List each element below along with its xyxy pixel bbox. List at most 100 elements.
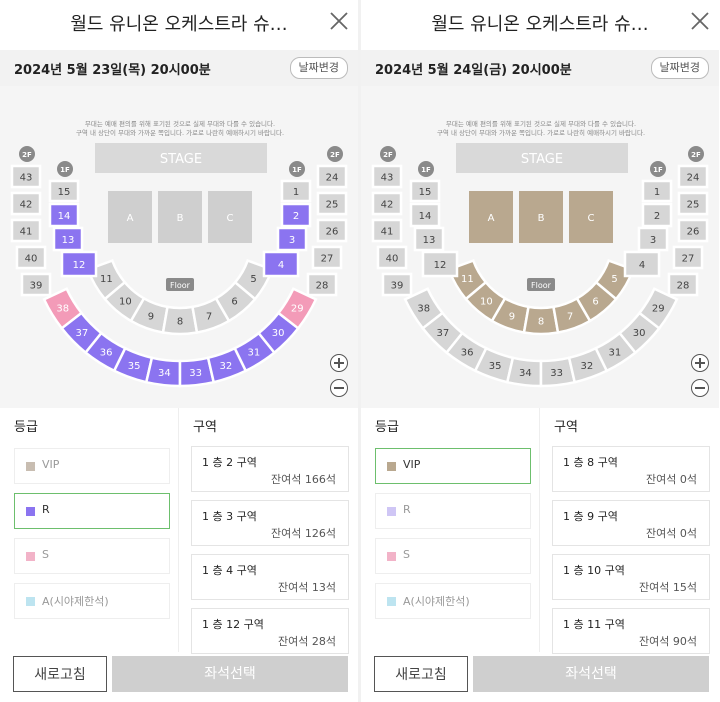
svg-text:B: B <box>177 213 184 224</box>
section-14[interactable]: 14 <box>48 202 80 228</box>
section-24[interactable]: 24 <box>316 164 348 189</box>
grade-option[interactable]: VIP <box>375 448 531 484</box>
svg-text:1F: 1F <box>60 166 70 174</box>
section-39[interactable]: 39 <box>20 272 52 297</box>
zone-option[interactable]: 1 층 11 구역 잔여석 90석 <box>552 608 710 654</box>
section-28[interactable]: 28 <box>306 272 338 297</box>
grade-option[interactable]: VIP <box>14 448 170 484</box>
floor-block-a[interactable]: A <box>108 191 152 243</box>
section-13[interactable]: 13 <box>413 226 445 252</box>
grade-option[interactable]: S <box>375 538 531 574</box>
floor-block-c[interactable]: C <box>208 191 252 243</box>
zone-option[interactable]: 1 층 8 구역 잔여석 0석 <box>552 446 710 492</box>
zone-option[interactable]: 1 층 4 구역 잔여석 13석 <box>191 554 349 600</box>
section-34[interactable]: 34 <box>144 356 182 388</box>
svg-text:8: 8 <box>177 317 183 328</box>
svg-text:31: 31 <box>248 348 261 359</box>
stage-label: STAGE <box>160 152 202 167</box>
section-25[interactable]: 25 <box>316 191 348 216</box>
section-26[interactable]: 26 <box>316 218 348 243</box>
close-icon[interactable] <box>689 10 711 32</box>
section-28[interactable]: 28 <box>667 272 699 297</box>
svg-text:28: 28 <box>677 281 690 292</box>
section-24[interactable]: 24 <box>677 164 709 189</box>
section-3[interactable]: 3 <box>637 226 669 252</box>
grade-label: R <box>42 503 50 516</box>
floor-block-c[interactable]: C <box>569 191 613 243</box>
section-8[interactable]: 8 <box>161 305 199 336</box>
section-34[interactable]: 34 <box>505 356 543 388</box>
zone-option[interactable]: 1 층 10 구역 잔여석 15석 <box>552 554 710 600</box>
grade-color-swatch <box>26 597 35 606</box>
svg-text:27: 27 <box>321 254 334 265</box>
section-2[interactable]: 2 <box>280 202 312 228</box>
section-27[interactable]: 27 <box>311 245 343 270</box>
floor-block-b[interactable]: B <box>519 191 563 243</box>
section-2[interactable]: 2 <box>641 202 673 228</box>
zone-option[interactable]: 1 층 12 구역 잔여석 28석 <box>191 608 349 654</box>
svg-text:35: 35 <box>489 361 502 372</box>
section-1[interactable]: 1 <box>641 179 673 203</box>
change-date-button[interactable]: 날짜변경 <box>289 57 348 79</box>
section-42[interactable]: 42 <box>371 191 403 216</box>
grade-option[interactable]: A(시야제한석) <box>14 583 170 619</box>
grade-option[interactable]: R <box>375 493 531 529</box>
refresh-button[interactable]: 새로고침 <box>13 656 107 692</box>
section-3[interactable]: 3 <box>276 226 308 252</box>
svg-text:30: 30 <box>272 328 285 339</box>
section-15[interactable]: 15 <box>48 179 80 203</box>
svg-text:C: C <box>588 213 595 224</box>
svg-text:29: 29 <box>291 303 304 314</box>
zone-option[interactable]: 1 층 9 구역 잔여석 0석 <box>552 500 710 546</box>
section-41[interactable]: 41 <box>10 218 42 243</box>
svg-text:32: 32 <box>220 361 233 372</box>
zoom-out-icon[interactable] <box>330 379 348 397</box>
zone-option[interactable]: 1 층 3 구역 잔여석 126석 <box>191 500 349 546</box>
floor-block-b[interactable]: B <box>158 191 202 243</box>
close-icon[interactable] <box>328 10 350 32</box>
section-43[interactable]: 43 <box>10 164 42 189</box>
zone-option[interactable]: 1 층 2 구역 잔여석 166석 <box>191 446 349 492</box>
grade-option[interactable]: R <box>14 493 170 529</box>
grade-label: VIP <box>403 458 421 471</box>
section-39[interactable]: 39 <box>381 272 413 297</box>
svg-text:13: 13 <box>423 235 436 246</box>
svg-text:41: 41 <box>20 227 33 238</box>
svg-text:34: 34 <box>519 368 532 379</box>
section-4[interactable]: 4 <box>623 250 661 278</box>
svg-text:4: 4 <box>278 260 284 271</box>
select-seat-button[interactable]: 좌석선택 <box>473 656 709 692</box>
select-seat-button[interactable]: 좌석선택 <box>112 656 348 692</box>
zone-name: 1 층 3 구역 <box>202 510 257 523</box>
zoom-in-icon[interactable] <box>691 354 709 372</box>
section-40[interactable]: 40 <box>376 245 408 270</box>
section-1[interactable]: 1 <box>280 179 312 203</box>
zoom-in-icon[interactable] <box>330 354 348 372</box>
svg-text:26: 26 <box>326 227 339 238</box>
grade-option[interactable]: A(시야제한석) <box>375 583 531 619</box>
change-date-button[interactable]: 날짜변경 <box>650 57 709 79</box>
section-42[interactable]: 42 <box>10 191 42 216</box>
svg-text:25: 25 <box>326 200 339 211</box>
zone-remaining-seats: 잔여석 15석 <box>639 581 697 594</box>
section-25[interactable]: 25 <box>677 191 709 216</box>
refresh-button[interactable]: 새로고침 <box>374 656 468 692</box>
grade-color-swatch <box>26 552 35 561</box>
section-13[interactable]: 13 <box>52 226 84 252</box>
section-4[interactable]: 4 <box>262 250 300 278</box>
zoom-out-icon[interactable] <box>691 379 709 397</box>
section-12[interactable]: 12 <box>421 250 459 278</box>
section-27[interactable]: 27 <box>672 245 704 270</box>
section-40[interactable]: 40 <box>15 245 47 270</box>
section-26[interactable]: 26 <box>677 218 709 243</box>
section-41[interactable]: 41 <box>371 218 403 243</box>
section-43[interactable]: 43 <box>371 164 403 189</box>
svg-text:33: 33 <box>189 368 202 379</box>
section-8[interactable]: 8 <box>522 305 560 336</box>
floor-block-a[interactable]: A <box>469 191 513 243</box>
section-15[interactable]: 15 <box>409 179 441 203</box>
zone-remaining-seats: 잔여석 0석 <box>646 473 697 486</box>
section-14[interactable]: 14 <box>409 202 441 228</box>
grade-option[interactable]: S <box>14 538 170 574</box>
section-12[interactable]: 12 <box>60 250 98 278</box>
